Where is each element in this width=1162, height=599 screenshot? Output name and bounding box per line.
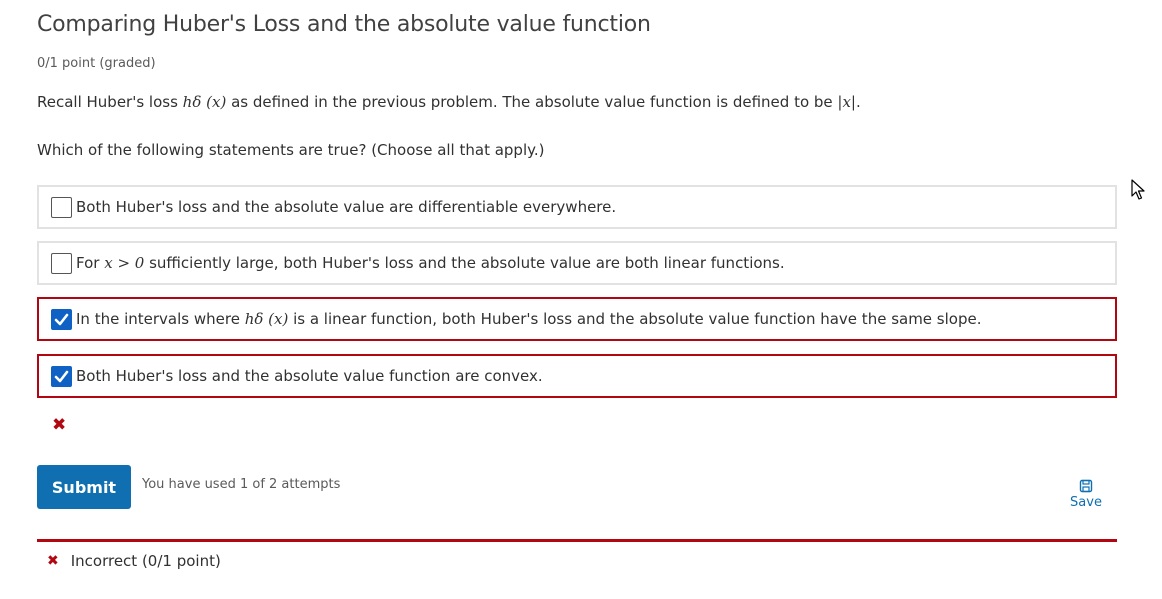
- attempts-text: You have used 1 of 2 attempts: [142, 477, 341, 492]
- choice-2-prefix: For: [76, 254, 105, 272]
- notification-x-icon: ✖: [47, 553, 59, 569]
- choice-2-label: For x > 0 sufficiently large, both Huber…: [76, 254, 785, 272]
- save-label: Save: [1070, 495, 1102, 510]
- choice-3-label: In the intervals where hδ (x) is a linea…: [76, 310, 982, 328]
- recall-paragraph: Recall Huber's loss hδ (x) as defined in…: [37, 93, 861, 111]
- submit-button[interactable]: Submit: [37, 465, 131, 509]
- choice-3-math: hδ (x): [244, 310, 289, 328]
- notification-text: Incorrect (0/1 point): [70, 552, 221, 570]
- choice-1-label: Both Huber's loss and the absolute value…: [76, 198, 617, 216]
- choice-3-prefix: In the intervals where: [76, 310, 245, 328]
- choice-3[interactable]: In the intervals where hδ (x) is a linea…: [37, 297, 1117, 341]
- abs-math: |x|: [837, 93, 856, 111]
- recall-suffix: .: [856, 93, 861, 111]
- huber-math: hδ (x): [182, 93, 227, 111]
- save-button[interactable]: Save: [1066, 479, 1106, 510]
- notification-divider: [37, 539, 1117, 542]
- problem-title: Comparing Huber's Loss and the absolute …: [37, 12, 651, 37]
- question-text: Which of the following statements are tr…: [37, 141, 545, 159]
- choice-1[interactable]: Both Huber's loss and the absolute value…: [37, 185, 1117, 229]
- checkbox-1[interactable]: [51, 196, 72, 218]
- recall-middle: as defined in the previous problem. The …: [226, 93, 838, 111]
- choice-4-label: Both Huber's loss and the absolute value…: [76, 367, 543, 385]
- choice-3-text: is a linear function, both Huber's loss …: [288, 310, 982, 328]
- points-label: 0/1 point (graded): [37, 56, 156, 71]
- checkbox-3[interactable]: [51, 308, 72, 330]
- choice-2-math: x > 0: [104, 254, 145, 272]
- choice-2-text: sufficiently large, both Huber's loss an…: [144, 254, 785, 272]
- incorrect-x-icon: ✖: [52, 415, 67, 435]
- recall-prefix: Recall Huber's loss: [37, 93, 183, 111]
- checkbox-2[interactable]: [51, 252, 72, 274]
- choice-2[interactable]: For x > 0 sufficiently large, both Huber…: [37, 241, 1117, 285]
- floppy-disk-icon: [1079, 479, 1093, 493]
- choice-4[interactable]: Both Huber's loss and the absolute value…: [37, 354, 1117, 398]
- checkmark-icon: [54, 370, 69, 382]
- checkmark-icon: [54, 313, 69, 325]
- checkbox-4[interactable]: [51, 365, 72, 387]
- notification-incorrect: ✖ Incorrect (0/1 point): [47, 552, 221, 570]
- mouse-cursor-icon: [1131, 179, 1145, 200]
